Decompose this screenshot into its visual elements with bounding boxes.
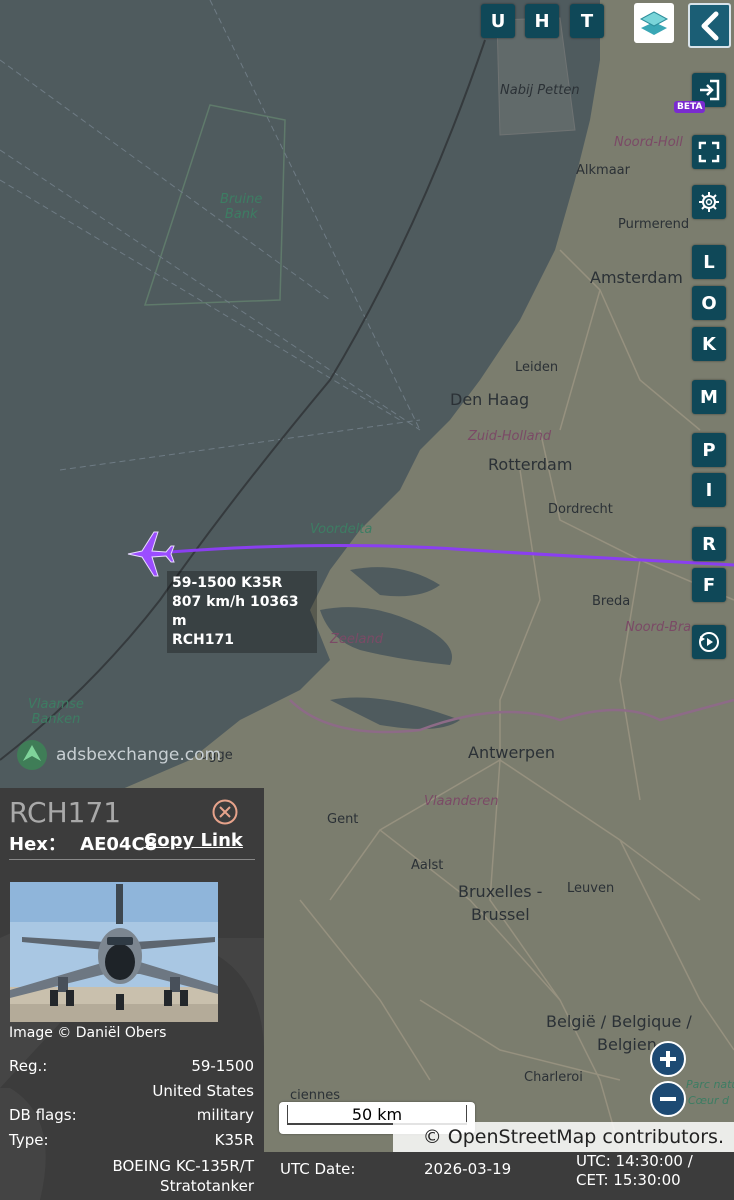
login-icon [700,79,720,101]
cet-time: CET: 15:30:00 [576,1171,681,1189]
reg-label: Reg.: [9,1057,48,1075]
map-label-leuven: Leuven [567,881,615,896]
reg-value: 59-1500 [191,1057,254,1075]
replay-button[interactable] [692,625,726,659]
layers-icon [639,11,669,35]
map-label-den-haag: Den Haag [450,390,530,409]
aircraft-label-callsign: RCH171 [172,632,234,648]
aircraft-label-speed-alt: 807 km/h 10363 m [172,594,299,629]
time-status-bar: UTC Date: 2026-03-19 UTC: 14:30:00 / CET… [264,1152,734,1200]
fullscreen-button[interactable] [692,135,726,169]
type-description-line1: BOEING KC-135R/T [112,1157,254,1175]
replay-icon [699,632,719,652]
utc-date-value: 2026-03-19 [424,1160,512,1178]
type-description-line2: Stratotanker [160,1177,254,1195]
map-label-zeeland: Zeeland [330,632,383,647]
toggle-u-button[interactable]: U [481,4,515,38]
toggle-p-button[interactable]: P [692,433,726,467]
type-value: K35R [214,1131,254,1149]
aircraft-photo[interactable] [10,882,218,1022]
toggle-m-button[interactable]: M [692,380,726,414]
map-label-bruxelles: Bruxelles - [458,882,543,901]
db-flags-label: DB flags: [9,1106,77,1124]
map-label-gent: Gent [327,812,359,827]
map-label-breda: Breda [592,594,631,609]
map-label-nabij-petten: Nabij Petten [500,83,580,98]
osm-attribution[interactable]: © OpenStreetMap contributors. [393,1122,734,1152]
toggle-f-button[interactable]: F [692,568,726,602]
country-value: United States [152,1082,254,1100]
layers-button[interactable] [634,3,674,43]
minus-icon [660,1097,676,1101]
panel-callsign: RCH171 [9,796,122,829]
plus-icon [660,1051,676,1067]
settings-button[interactable] [692,185,726,219]
gear-icon [699,192,719,212]
aircraft-info-label[interactable]: 59-1500 K35R 807 km/h 10363 m RCH171 [167,571,317,653]
image-credit: Image © Daniël Obers [9,1025,167,1041]
map-label-zuid-holland: Zuid-Holland [468,429,552,444]
map-label-brussel: Brussel [471,905,530,924]
map-label-dordrecht: Dordrecht [548,502,613,517]
toggle-r-button[interactable]: R [692,527,726,561]
map-label-vlaanderen: Vlaanderen [424,794,499,809]
map-label-vlaamse-banken: Vlaamse Banken [28,697,84,727]
utc-date-label: UTC Date: [280,1160,356,1178]
map-label-noord-holland: Noord-Holl [614,135,683,150]
db-flags-value: military [196,1106,254,1124]
zoom-in-button[interactable] [650,1041,686,1077]
hex-row: Hex： AE04C8 [9,830,157,856]
map-label-ciennes: ciennes [290,1088,341,1103]
map-label-leiden: Leiden [515,360,559,375]
hex-label: Hex： [9,834,66,855]
close-panel-button[interactable] [212,799,238,825]
fullscreen-icon [698,141,720,163]
aircraft-label-reg-type: 59-1500 K35R [172,575,283,591]
toggle-l-button[interactable]: L [692,245,726,279]
map-label-parc: Parc natu [686,1078,734,1091]
map-label-noord-brabant: Noord-Bra [625,620,692,635]
watermark-text: adsbexchange.com [56,745,222,765]
copy-link-button[interactable]: Copy Link [144,830,243,851]
toggle-i-button[interactable]: I [692,473,726,507]
map-label-charleroi: Charleroi [524,1070,583,1085]
utc-time: UTC: 14:30:00 / [576,1152,693,1170]
beta-badge: BETA [674,101,706,113]
map-label-rotterdam: Rotterdam [488,455,573,474]
map-label-alkmaar: Alkmaar [576,163,630,178]
map-label-belgie: België / Belgique / [546,1012,692,1031]
toggle-o-button[interactable]: O [692,286,726,320]
map-label-bruine-bank: Bruine Bank [220,192,263,222]
close-icon [212,799,238,825]
collapse-sidebar-button[interactable] [688,3,731,48]
toggle-t-button[interactable]: T [570,4,604,38]
zoom-out-button[interactable] [650,1081,686,1117]
adsbexchange-watermark: adsbexchange.com [16,739,221,771]
adsbexchange-logo-icon [17,740,47,770]
map-label-amsterdam: Amsterdam [590,268,683,287]
map-label-antwerpen: Antwerpen [468,743,556,762]
map-label-voordelta: Voordelta [310,522,373,537]
toggle-h-button[interactable]: H [525,4,559,38]
map-label-belgien: Belgien [597,1035,657,1054]
type-label: Type: [9,1131,49,1149]
map-label-aalst: Aalst [411,858,444,873]
panel-divider [9,859,255,860]
chevron-left-icon [701,11,718,40]
toggle-k-button[interactable]: K [692,327,726,361]
map-label-purmerend: Purmerend [618,217,690,232]
map-label-coeur: Cœur d [688,1094,729,1107]
